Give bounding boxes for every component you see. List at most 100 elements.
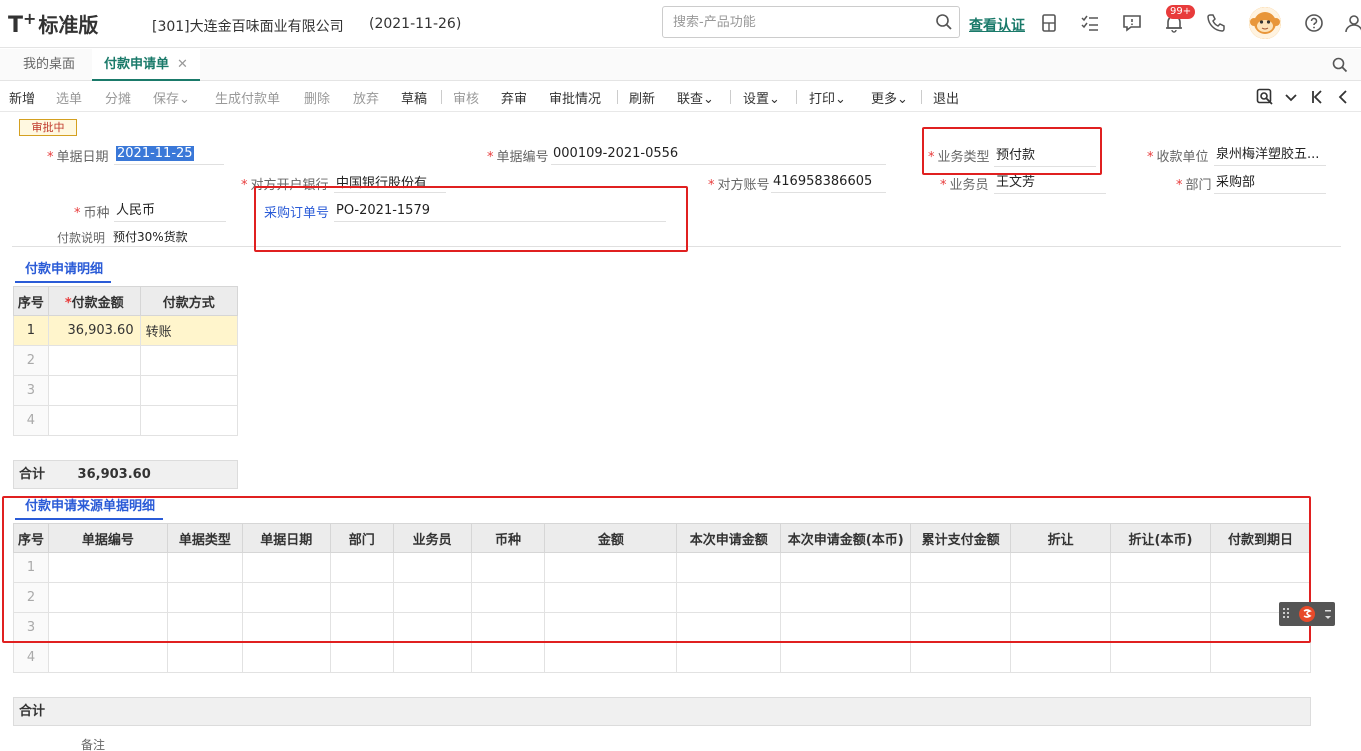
table-cell[interactable] [166, 642, 243, 673]
doc-no-field[interactable]: 000109-2021-0556 [551, 145, 886, 165]
table-row[interactable]: 2 [13, 345, 239, 376]
amount-cell[interactable] [47, 345, 141, 376]
table-row[interactable]: 1 36,903.60 转账 [13, 315, 239, 346]
select-button[interactable]: 选单 [56, 88, 82, 107]
save-button[interactable]: 保存⌄ [153, 88, 190, 107]
method-cell[interactable] [139, 375, 239, 406]
dept-label: * 部门 [1176, 178, 1212, 193]
monkey-avatar-icon [1249, 7, 1281, 39]
task-list-icon[interactable] [1079, 12, 1101, 34]
toolbar-separator [796, 90, 797, 104]
exit-button[interactable]: 退出 [933, 88, 959, 107]
table-cell[interactable] [241, 642, 331, 673]
audit-button[interactable]: 审核 [453, 88, 479, 107]
locate-icon[interactable] [1256, 88, 1274, 106]
payee-field[interactable]: 泉州梅洋塑胶五... [1214, 146, 1326, 166]
link-query-label: 联查 [677, 92, 704, 107]
notification-badge: 99+ [1166, 5, 1196, 19]
table-row[interactable]: 3 [13, 375, 239, 406]
detail-table: 序号 *付款金额 付款方式 1 36,903.60 转账 2 3 4 [13, 286, 239, 436]
login-date: (2021-11-26) [369, 16, 462, 32]
verify-link[interactable]: 查看认证 [969, 15, 1025, 35]
close-icon[interactable]: ✕ [177, 57, 188, 72]
table-row[interactable]: 4 [13, 642, 1312, 673]
previous-record-icon[interactable] [1334, 88, 1352, 106]
table-cell[interactable] [676, 642, 782, 673]
unaudit-button[interactable]: 弃审 [501, 88, 527, 107]
tab-search-icon[interactable] [1331, 56, 1349, 74]
logo-text: T [8, 13, 24, 38]
search-icon[interactable] [935, 13, 953, 31]
detail-section-title[interactable]: 付款申请明细 [15, 258, 112, 283]
remark-field[interactable]: 预付30%货款 [111, 228, 261, 248]
table-row[interactable]: 4 [13, 405, 239, 436]
settings-button[interactable]: 设置⌄ [743, 88, 780, 107]
table-cell[interactable] [47, 642, 168, 673]
chevron-down-icon: ⌄ [769, 92, 780, 107]
tab-payment-request[interactable]: 付款申请单 ✕ [92, 49, 200, 81]
ime-toolbar[interactable] [1279, 602, 1335, 626]
table-cell[interactable] [1010, 642, 1112, 673]
table-cell[interactable] [780, 642, 912, 673]
phone-icon[interactable] [1205, 12, 1227, 34]
action-toolbar: 新增 选单 分摊 保存⌄ 生成付款单 删除 放弃 草稿 审核 弃审 审批情况 刷… [0, 82, 1361, 112]
search-input[interactable] [663, 7, 923, 37]
toolbar-separator [617, 90, 618, 104]
draft-button[interactable]: 草稿 [401, 88, 427, 107]
method-cell[interactable] [139, 345, 239, 376]
more-label: 更多 [871, 92, 898, 107]
table-cell[interactable] [1110, 642, 1211, 673]
global-search[interactable] [662, 6, 960, 38]
currency-label: * 币种 [74, 206, 110, 221]
chevron-down-icon: ⌄ [835, 92, 846, 107]
source-total-bar: 合计 [13, 697, 1311, 726]
table-cell[interactable] [910, 642, 1012, 673]
table-cell[interactable] [392, 642, 472, 673]
col-header-idx: 序号 [13, 286, 49, 316]
method-cell[interactable]: 转账 [139, 315, 239, 346]
doc-date-label: * 单据日期 [47, 150, 109, 165]
user-icon[interactable] [1343, 12, 1361, 34]
link-query-button[interactable]: 联查⌄ [677, 88, 714, 107]
delete-button[interactable]: 删除 [304, 88, 330, 107]
add-button[interactable]: 新增 [9, 88, 35, 107]
approval-status-button[interactable]: 审批情况 [549, 88, 601, 107]
amount-cell[interactable]: 36,903.60 [47, 315, 141, 346]
table-cell[interactable] [470, 642, 546, 673]
salesman-field[interactable]: 王文芳 [994, 174, 1106, 194]
table-cell[interactable] [329, 642, 394, 673]
dept-field[interactable]: 采购部 [1214, 174, 1326, 194]
row-index: 4 [13, 642, 49, 673]
print-button[interactable]: 打印⌄ [809, 88, 846, 107]
toolbar-separator [441, 90, 442, 104]
logo-edition: 标准版 [38, 13, 99, 37]
split-button[interactable]: 分摊 [105, 88, 131, 107]
row-index: 3 [13, 375, 49, 406]
row-index: 2 [13, 345, 49, 376]
highlight-box-source [2, 496, 1311, 643]
generate-payment-button[interactable]: 生成付款单 [215, 88, 280, 107]
message-icon[interactable] [1121, 12, 1143, 34]
account-label: * 对方账号 [708, 178, 770, 193]
tab-my-desktop[interactable]: 我的桌面 [23, 49, 75, 81]
table-cell[interactable] [544, 642, 678, 673]
table-cell[interactable] [1209, 642, 1312, 673]
status-badge: 审批中 [19, 119, 77, 136]
refresh-button[interactable]: 刷新 [629, 88, 655, 107]
first-record-icon[interactable] [1308, 88, 1326, 106]
account-field[interactable]: 416958386605 [771, 173, 886, 193]
more-button[interactable]: 更多⌄ [871, 88, 908, 107]
user-avatar[interactable] [1249, 7, 1281, 39]
chevron-down-icon: ⌄ [897, 92, 908, 107]
help-icon[interactable] [1303, 12, 1325, 34]
discard-button[interactable]: 放弃 [353, 88, 379, 107]
currency-field[interactable]: 人民币 [114, 202, 226, 222]
chevron-down-icon[interactable] [1282, 88, 1300, 106]
doc-date-field[interactable]: 2021-11-25 [114, 145, 224, 165]
amount-cell[interactable] [47, 375, 141, 406]
calculator-icon[interactable] [1038, 12, 1060, 34]
detail-total-bar: 合计 36,903.60 [13, 460, 238, 489]
method-cell[interactable] [139, 405, 239, 436]
amount-cell[interactable] [47, 405, 141, 436]
col-header-amount: *付款金额 [47, 286, 141, 316]
